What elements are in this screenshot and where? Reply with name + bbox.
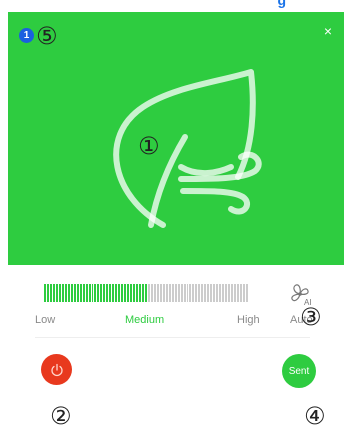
speed-tick [216, 284, 219, 302]
speed-tick [153, 284, 156, 302]
speed-tick [103, 284, 106, 302]
speed-tick [228, 284, 231, 302]
power-icon [50, 363, 63, 376]
speed-tick [207, 284, 210, 302]
speed-tick [159, 284, 162, 302]
speed-tick [121, 284, 124, 302]
speed-tick [79, 284, 82, 302]
speed-tick [118, 284, 121, 302]
notification-badge: 1 [19, 28, 34, 43]
annotation-marker-1: ① [138, 132, 160, 160]
speed-tick [70, 284, 73, 302]
divider [35, 337, 310, 338]
speed-tick [109, 284, 112, 302]
speed-tick [171, 284, 174, 302]
speed-tick [231, 284, 233, 302]
speed-tick [76, 284, 79, 302]
speed-tick [112, 284, 115, 302]
speed-tick [210, 284, 213, 302]
speed-tick [85, 284, 88, 302]
speed-tick [150, 284, 153, 302]
speed-tick [147, 284, 150, 302]
speed-tick [195, 284, 198, 302]
speed-tick [130, 284, 133, 302]
close-icon[interactable]: × [324, 24, 332, 38]
speed-tick [165, 284, 168, 302]
speed-tick [219, 284, 222, 302]
speed-tick [144, 284, 147, 302]
power-button[interactable] [41, 354, 72, 385]
speed-label-high[interactable]: High [237, 314, 260, 326]
speed-tick [115, 284, 118, 302]
speed-tick [156, 284, 159, 302]
speed-tick [97, 284, 100, 302]
speed-tick [64, 284, 67, 302]
annotation-marker-2: ② [50, 402, 72, 430]
speed-tick [189, 284, 192, 302]
speed-tick [222, 284, 225, 302]
annotation-marker-3: ③ [300, 303, 322, 331]
fan-speed-slider[interactable] [44, 284, 249, 302]
speed-tick [201, 284, 204, 302]
speed-tick [239, 284, 242, 302]
speed-tick [139, 284, 141, 302]
speed-tick [204, 284, 207, 302]
speed-tick [46, 284, 49, 302]
speed-tick [73, 284, 76, 302]
speed-tick [55, 284, 58, 302]
speed-tick [94, 284, 97, 302]
annotation-marker-5: ⑤ [36, 22, 58, 50]
speed-tick [177, 284, 180, 302]
speed-tick [234, 284, 236, 302]
speed-tick [198, 284, 201, 302]
speed-label-low[interactable]: Low [35, 314, 55, 326]
speed-tick [100, 284, 103, 302]
speed-tick [133, 284, 136, 302]
speed-tick [44, 284, 46, 302]
speed-tick [141, 284, 144, 302]
speed-tick [91, 284, 94, 302]
speed-tick [88, 284, 91, 302]
speed-tick [127, 284, 130, 302]
speed-tick [242, 284, 245, 302]
speed-tick [82, 284, 85, 302]
speed-label-medium[interactable]: Medium [125, 314, 164, 326]
speed-tick [186, 284, 189, 302]
speed-tick [58, 284, 61, 302]
speed-tick [162, 284, 165, 302]
mode-hero-panel: × [8, 12, 344, 265]
speed-tick [106, 284, 109, 302]
speed-tick [52, 284, 55, 302]
cut-off-header-text: g [277, 0, 286, 8]
speed-tick [174, 284, 177, 302]
speed-tick [183, 284, 186, 302]
send-button[interactable]: Sent [282, 354, 316, 388]
eco-leaf-wind-icon [113, 69, 262, 228]
speed-tick [67, 284, 70, 302]
speed-tick [180, 284, 183, 302]
speed-tick [124, 284, 127, 302]
speed-tick [168, 284, 171, 302]
speed-tick [61, 284, 64, 302]
top-cut-off-header: g [0, 0, 344, 12]
speed-tick [213, 284, 216, 302]
speed-tick [136, 284, 138, 302]
speed-tick [192, 284, 195, 302]
speed-tick [225, 284, 228, 302]
annotation-marker-4: ④ [304, 402, 326, 430]
speed-tick [236, 284, 239, 302]
speed-tick [49, 284, 52, 302]
speed-tick [245, 284, 248, 302]
